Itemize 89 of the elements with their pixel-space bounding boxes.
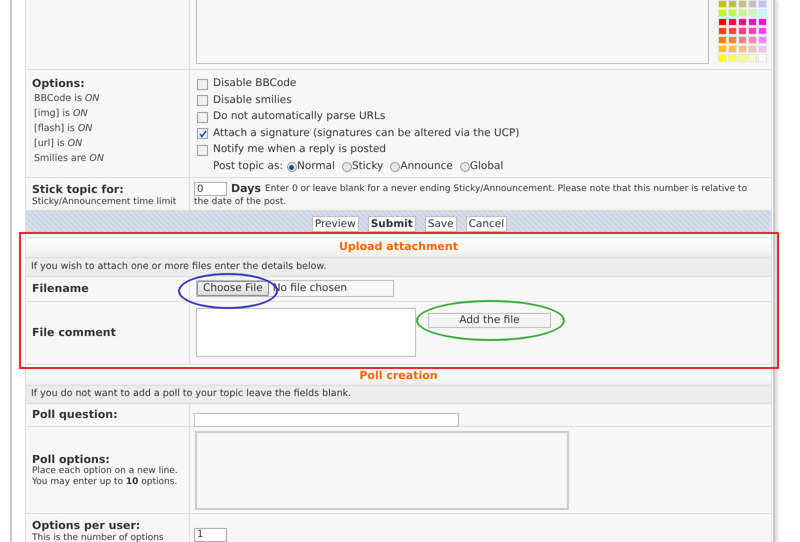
color-swatch[interactable] bbox=[758, 36, 767, 44]
color-swatch[interactable] bbox=[728, 27, 737, 35]
color-swatch[interactable] bbox=[728, 9, 737, 17]
color-swatch[interactable] bbox=[728, 45, 737, 53]
color-swatch[interactable] bbox=[738, 45, 747, 53]
message-textarea[interactable] bbox=[196, 0, 709, 64]
choose-file-button[interactable]: Choose File bbox=[197, 281, 269, 296]
color-swatch[interactable] bbox=[748, 36, 757, 44]
color-swatch[interactable] bbox=[728, 18, 737, 26]
color-swatch[interactable] bbox=[728, 0, 737, 8]
checkbox[interactable] bbox=[197, 78, 208, 90]
options-per-user-hint: This is the number of options bbox=[32, 532, 165, 542]
color-swatch[interactable] bbox=[718, 27, 727, 35]
color-swatch[interactable] bbox=[758, 27, 767, 35]
color-swatch[interactable] bbox=[748, 54, 757, 62]
section-header: Upload attachment bbox=[26, 237, 771, 258]
option-status: [img] is ON bbox=[33, 107, 89, 121]
color-swatch[interactable] bbox=[738, 0, 747, 8]
days-input[interactable]: 0 bbox=[194, 182, 227, 196]
radio-label: Global bbox=[470, 159, 504, 174]
radio-button[interactable] bbox=[342, 162, 352, 172]
color-swatch[interactable] bbox=[718, 0, 727, 8]
checkbox-label: Disable BBCode bbox=[213, 76, 296, 92]
color-swatch[interactable] bbox=[718, 9, 727, 17]
color-swatch[interactable] bbox=[718, 36, 727, 44]
checkbox[interactable] bbox=[197, 112, 208, 123]
option-status: [flash] is ON bbox=[33, 122, 94, 136]
poll-options-textarea[interactable] bbox=[195, 431, 569, 510]
checkbox[interactable] bbox=[197, 95, 208, 106]
stick-topic-hint: Sticky/Announcement time limit bbox=[32, 196, 178, 208]
color-swatch[interactable] bbox=[758, 54, 767, 62]
check-icon bbox=[198, 130, 206, 138]
stick-topic-label: Stick topic for: bbox=[32, 183, 125, 196]
checkbox-label: Disable smilies bbox=[213, 92, 292, 108]
checkbox[interactable] bbox=[197, 144, 208, 156]
options-per-user-label: Options per user: bbox=[32, 519, 142, 532]
radio-button[interactable] bbox=[460, 162, 470, 172]
days-unit: Days bbox=[231, 183, 261, 195]
color-swatch[interactable] bbox=[738, 54, 747, 62]
form-button[interactable]: Submit bbox=[368, 216, 416, 232]
color-swatch[interactable] bbox=[748, 9, 757, 17]
color-swatch[interactable] bbox=[738, 9, 747, 17]
radio-button[interactable] bbox=[390, 162, 400, 172]
checkbox-label: Notify me when a reply is posted bbox=[213, 142, 386, 158]
checkbox-label: Attach a signature (signatures can be altered via the UCP) bbox=[213, 126, 520, 141]
color-swatch[interactable] bbox=[718, 18, 727, 26]
info-bar: If you do not want to add a poll to your topic leave the fields blank. bbox=[26, 386, 771, 404]
poll-question-input[interactable] bbox=[194, 413, 459, 427]
radio-label: Sticky bbox=[352, 159, 384, 174]
filename-label: Filename bbox=[32, 280, 89, 297]
info-bar: If you wish to attach one or more files enter the details below. bbox=[26, 258, 771, 277]
color-swatch[interactable] bbox=[718, 45, 727, 53]
color-swatch[interactable] bbox=[718, 54, 727, 62]
radio-label: Announce bbox=[400, 159, 453, 174]
color-swatch[interactable] bbox=[748, 45, 757, 53]
radio-button[interactable] bbox=[286, 162, 297, 172]
option-status: Smilies are ON bbox=[33, 152, 105, 166]
option-status: BBCode is ON bbox=[33, 92, 100, 106]
add-file-button[interactable]: Add the file bbox=[428, 313, 551, 328]
checkbox-label: Do not automatically parse URLs bbox=[213, 109, 386, 124]
radio-label: Normal bbox=[296, 159, 335, 174]
poll-options-hint: You may enter up to 10 options. bbox=[32, 476, 178, 488]
color-swatch[interactable] bbox=[758, 18, 767, 26]
color-swatch[interactable] bbox=[748, 27, 757, 35]
options-label: Options: bbox=[32, 77, 86, 91]
color-swatch[interactable] bbox=[728, 36, 737, 44]
color-swatch[interactable] bbox=[758, 9, 767, 17]
options-per-user-input[interactable]: 1 bbox=[194, 528, 227, 542]
form-button[interactable]: Preview bbox=[312, 216, 359, 232]
file-comment-label: File comment bbox=[32, 324, 116, 341]
poll-options-label: Poll options: bbox=[32, 452, 111, 466]
poll-question-label: Poll question: bbox=[32, 406, 118, 423]
color-swatch[interactable] bbox=[748, 0, 757, 8]
poll-options-hint: Place each option on a new line. bbox=[32, 466, 179, 476]
form-button[interactable]: Cancel bbox=[466, 216, 508, 232]
color-swatch[interactable] bbox=[738, 18, 747, 26]
color-swatch[interactable] bbox=[738, 36, 747, 44]
file-comment-textarea[interactable] bbox=[196, 308, 416, 357]
color-swatch[interactable] bbox=[738, 27, 747, 35]
post-topic-label: Post topic as: bbox=[213, 159, 283, 174]
color-swatch[interactable] bbox=[758, 45, 767, 53]
checkbox[interactable] bbox=[197, 128, 208, 140]
stick-topic-note: the date of the post. bbox=[194, 196, 288, 208]
stick-topic-note: Enter 0 or leave blank for a never ending Sticky/Announcement. Please note that this number is relative to bbox=[264, 183, 748, 195]
option-status: [url] is ON bbox=[33, 137, 84, 151]
color-swatch[interactable] bbox=[758, 0, 767, 8]
color-swatch[interactable] bbox=[748, 18, 757, 26]
color-swatch[interactable] bbox=[728, 54, 737, 62]
form-button[interactable]: Save bbox=[424, 216, 457, 232]
